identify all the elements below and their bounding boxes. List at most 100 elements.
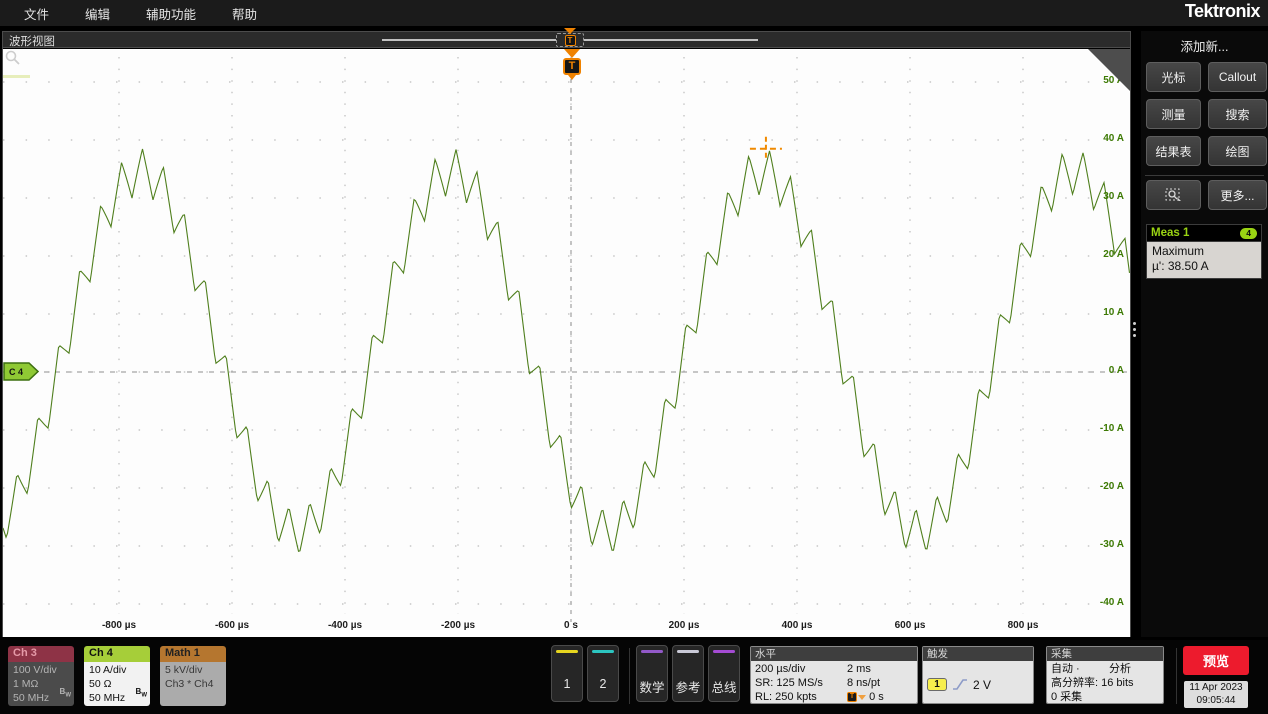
trigger-level: 2 V: [973, 678, 991, 692]
record-length: RL: 250 kpts: [755, 690, 847, 704]
ref-color-stripe: [677, 650, 699, 653]
zoom-corner-control[interactable]: [1088, 49, 1130, 91]
y-tick-label: -30 A: [1078, 539, 1124, 550]
channel-2-button[interactable]: 2: [587, 645, 619, 702]
acquisition-panel[interactable]: 采集 自动 ·分析 高分辨率: 16 bits 0 采集: [1046, 646, 1164, 704]
cursor-button[interactable]: 光标: [1146, 62, 1201, 92]
zoom-mode-button[interactable]: [1146, 180, 1201, 210]
channel-badge-ch3[interactable]: Ch 3 100 V/div 1 MΩ 50 MHz BW: [8, 646, 74, 706]
horizontal-panel[interactable]: 水平 200 µs/div2 ms SR: 125 MS/s8 ns/pt RL…: [750, 646, 918, 704]
meas1-title: Meas 1: [1151, 227, 1240, 239]
ch4-scale: 10 A/div: [89, 663, 145, 677]
x-tick-label: 200 µs: [652, 620, 716, 631]
bus-color-stripe: [713, 650, 735, 653]
meas1-value: µ': 38.50 A: [1152, 259, 1256, 274]
sidebar-button-grid: 光标 Callout 测量 搜索 结果表 绘图: [1141, 55, 1268, 166]
y-tick-label: -20 A: [1078, 481, 1124, 492]
trigger-panel[interactable]: 触发 1 2 V: [922, 646, 1034, 704]
oscilloscope-screen: 文件 编辑 辅助功能 帮助 Tektronix 波形视图 T 50 A40 A3…: [0, 0, 1268, 714]
y-tick-label: -40 A: [1078, 597, 1124, 608]
waveform-window: 波形视图 T 50 A40 A30 A20 A10 A0 A-10 A-20 A…: [2, 31, 1131, 637]
ch1-color-stripe: [556, 650, 578, 653]
measurement-badge-meas1[interactable]: Meas 1 4 Maximum µ': 38.50 A: [1146, 224, 1262, 279]
acq-analyze: 分析: [1109, 662, 1131, 676]
x-tick-label: 0 s: [539, 620, 603, 631]
bus-button-label: 总线: [709, 677, 739, 696]
reference-button[interactable]: 参考: [672, 645, 704, 702]
math1-body: 5 kV/div Ch3 * Ch4: [160, 662, 226, 706]
x-tick-label: 800 µs: [991, 620, 1055, 631]
math-color-stripe: [641, 650, 663, 653]
ch4-bw-limit-icon: BW: [136, 685, 147, 703]
rising-edge-icon: [953, 678, 967, 691]
tab-waveform-view[interactable]: 波形视图: [9, 33, 55, 49]
date-text: 11 Apr 2023: [1184, 682, 1248, 695]
add-new-title: 添加新...: [1141, 31, 1268, 55]
meas1-source-badge: 4: [1240, 228, 1257, 239]
channel-c4-reference-marker[interactable]: C 4: [3, 362, 39, 381]
menu-file[interactable]: 文件: [24, 4, 49, 23]
pan-position-handle[interactable]: T: [556, 33, 584, 47]
sidebar-button-grid-2: 更多...: [1141, 178, 1268, 210]
x-tick-label: -400 µs: [313, 620, 377, 631]
meas1-header: Meas 1 4: [1146, 224, 1262, 241]
bottom-bar: Ch 3 100 V/div 1 MΩ 50 MHz BW Ch 4 10 A/…: [0, 640, 1268, 714]
trigger-panel-title: 触发: [923, 647, 1033, 661]
acquisition-panel-title: 采集: [1047, 647, 1163, 661]
menu-utility[interactable]: 辅助功能: [146, 4, 196, 23]
reference-button-label: 参考: [673, 677, 703, 696]
acq-mode: 自动 ·: [1051, 662, 1109, 676]
preview-button[interactable]: 预览: [1183, 646, 1249, 675]
more-button[interactable]: 更多...: [1208, 180, 1267, 210]
y-tick-label: 0 A: [1078, 365, 1124, 376]
math-button[interactable]: 数学: [636, 645, 668, 702]
bottom-divider-2: [1176, 648, 1177, 704]
ch4-body: 10 A/div 50 Ω 50 MHz BW: [84, 662, 150, 706]
time-text: 09:05:44: [1184, 695, 1248, 708]
waveform-plot[interactable]: 50 A40 A30 A20 A10 A0 A-10 A-20 A-30 A-4…: [3, 49, 1130, 637]
datetime-display: 11 Apr 2023 09:05:44: [1184, 681, 1248, 708]
plot-button[interactable]: 绘图: [1208, 136, 1267, 166]
horizontal-window: 2 ms: [847, 662, 871, 676]
waveform-tabstrip: 波形视图 T: [3, 32, 1130, 48]
channel-1-button[interactable]: 1: [551, 645, 583, 702]
trigger-panel-body: 1 2 V: [923, 661, 1033, 704]
math1-header: Math 1: [160, 646, 226, 662]
y-tick-label: 20 A: [1078, 249, 1124, 260]
trigger-flag-pointer-icon: [568, 75, 576, 80]
ch2-color-stripe: [592, 650, 614, 653]
menu-edit[interactable]: 编辑: [85, 4, 110, 23]
x-tick-label: -600 µs: [200, 620, 264, 631]
ch3-body: 100 V/div 1 MΩ 50 MHz BW: [8, 662, 74, 706]
menu-bar: 文件 编辑 辅助功能 帮助 Tektronix: [0, 0, 1268, 26]
channel-badge-math1[interactable]: Math 1 5 kV/div Ch3 * Ch4: [160, 646, 226, 706]
ch3-scale: 100 V/div: [13, 663, 69, 677]
ch3-bw-limit-icon: BW: [60, 685, 71, 703]
magnifier-icon: [3, 49, 21, 67]
meas1-type: Maximum: [1152, 244, 1256, 259]
bus-button[interactable]: 总线: [708, 645, 740, 702]
y-tick-label: 30 A: [1078, 191, 1124, 202]
sidebar-divider: [1145, 175, 1264, 176]
panel-resize-grip[interactable]: [1133, 322, 1139, 337]
math1-expression: Ch3 * Ch4: [165, 677, 221, 691]
ch3-header: Ch 3: [8, 646, 74, 662]
ch1-button-label: 1: [552, 677, 582, 691]
trigger-arrow-icon: [564, 49, 580, 58]
horizontal-panel-title: 水平: [751, 647, 917, 661]
channel-badge-ch4[interactable]: Ch 4 10 A/div 50 Ω 50 MHz BW: [84, 646, 150, 706]
horizontal-panel-body: 200 µs/div2 ms SR: 125 MS/s8 ns/pt RL: 2…: [751, 661, 917, 704]
callout-button[interactable]: Callout: [1208, 62, 1267, 92]
search-button[interactable]: 搜索: [1208, 99, 1267, 129]
waveform-svg[interactable]: [3, 49, 1130, 637]
trigger-flag-badge[interactable]: T: [563, 58, 581, 75]
right-sidebar: 添加新... 光标 Callout 测量 搜索 结果表 绘图 更多...: [1141, 31, 1268, 637]
results-table-button[interactable]: 结果表: [1146, 136, 1201, 166]
menu-help[interactable]: 帮助: [232, 4, 257, 23]
ch4-header: Ch 4: [84, 646, 150, 662]
y-tick-label: 10 A: [1078, 307, 1124, 318]
math-button-label: 数学: [637, 677, 667, 696]
measure-button[interactable]: 测量: [1146, 99, 1201, 129]
acq-hires: 高分辨率: 16 bits: [1051, 676, 1134, 690]
trigger-source-badge: 1: [927, 678, 947, 691]
